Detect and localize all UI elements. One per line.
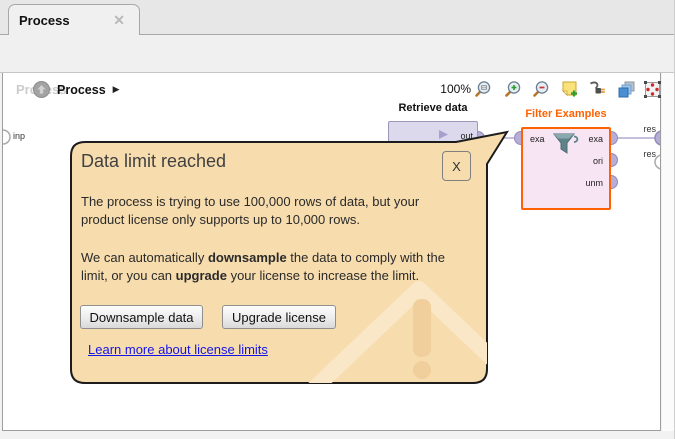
upgrade-license-button[interactable]: Upgrade license (222, 305, 336, 329)
tab-close-icon[interactable]: ✕ (109, 12, 129, 29)
zoom-in-icon[interactable] (503, 80, 522, 99)
dialog-title: Data limit reached (81, 151, 226, 172)
auto-wire-icon[interactable] (588, 80, 607, 99)
zoom-out-icon[interactable] (531, 80, 550, 99)
breadcrumb-process[interactable]: Process (57, 83, 106, 97)
downsample-data-button[interactable]: Downsample data (80, 305, 203, 329)
operator-label-retrieve-data: Retrieve data (388, 102, 478, 114)
zoom-actual-size-icon[interactable] (473, 80, 492, 99)
port-label-unm-out: unm (585, 178, 603, 188)
process-panel: Process ✕ Process ▶ 100% (0, 0, 675, 439)
port-label-res-1: res (633, 124, 656, 134)
funnel-filter-icon (552, 132, 580, 158)
zoom-level-label: 100% (437, 82, 471, 96)
dialog-body-line-1: The process is trying to use 100,000 row… (81, 194, 419, 209)
panel-bottom-margin (0, 431, 675, 439)
port-label-exa-in: exa (530, 134, 545, 144)
add-note-icon[interactable] (560, 80, 579, 99)
tab-label: Process (19, 13, 70, 28)
layers-icon[interactable] (617, 80, 636, 99)
port-label-inp: inp (13, 131, 25, 141)
port-label-res-2: res (633, 149, 656, 159)
process-canvas[interactable]: Process inp res res Retrieve data out Fi… (2, 73, 661, 431)
tab-strip: Process ✕ (0, 0, 675, 34)
port-inp[interactable] (3, 130, 10, 144)
breadcrumb-chevron-icon[interactable]: ▶ (113, 84, 120, 95)
breadcrumb: Process ▶ (33, 81, 120, 98)
tab-process[interactable]: Process ✕ (8, 4, 140, 35)
port-label-out: out (460, 131, 473, 141)
dialog-body-line-3: We can automatically downsample the data… (81, 250, 445, 265)
port-label-exa-out: exa (588, 134, 603, 144)
operator-label-filter-examples: Filter Examples (506, 108, 626, 120)
dialog-body-line-2: product license only supports up to 10,0… (81, 212, 360, 227)
canvas-right-margin (662, 73, 675, 431)
learn-more-link[interactable]: Learn more about license limits (88, 342, 268, 357)
operator-filter-examples[interactable]: exa exa ori unm (521, 127, 611, 210)
retrieve-data-icon (439, 130, 449, 140)
process-toolbar: Process ▶ 100% (0, 34, 675, 73)
dialog-body-line-4: limit, or you can upgrade your license t… (81, 268, 419, 283)
port-label-ori-out: ori (593, 156, 603, 166)
dialog-close-button[interactable]: X (442, 151, 471, 181)
fit-view-icon[interactable] (643, 80, 662, 99)
up-arrow-circle-icon[interactable] (33, 81, 50, 98)
